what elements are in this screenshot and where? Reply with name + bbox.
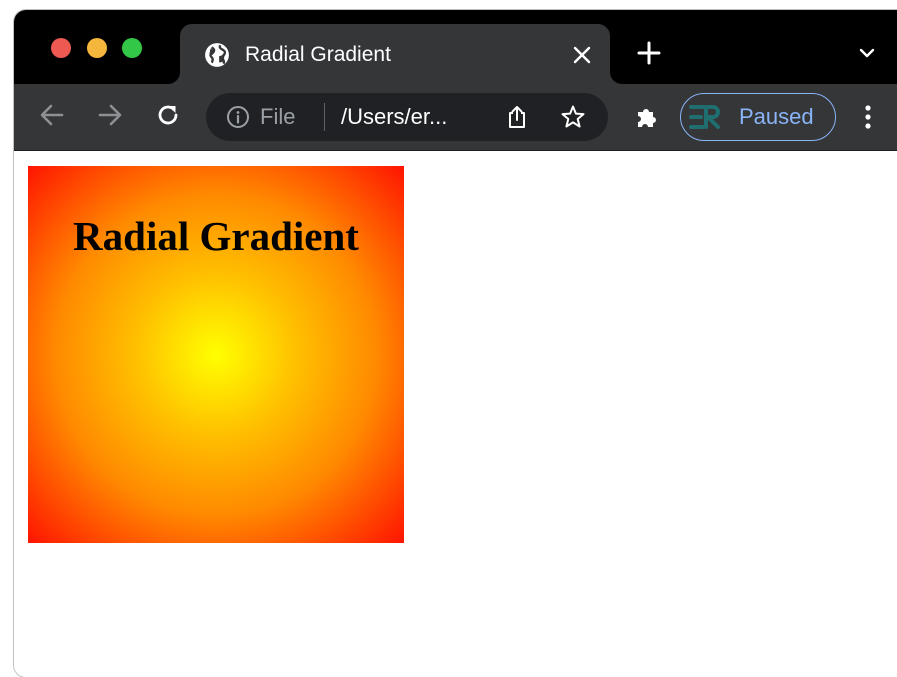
forward-button[interactable] [94, 101, 126, 133]
radial-gradient-box: Radial Gradient [28, 166, 404, 543]
address-bar[interactable]: File /Users/er... [206, 93, 608, 141]
browser-window: Radial Gradient File /Users/er... Paused… [14, 10, 897, 677]
url-text[interactable]: /Users/er... [341, 105, 447, 129]
info-icon[interactable] [226, 105, 250, 129]
profile-button[interactable]: Paused [680, 93, 836, 141]
chevron-down-icon [857, 43, 877, 68]
window-close-button[interactable] [51, 38, 71, 58]
back-arrow-icon [38, 101, 66, 134]
tab-search-button[interactable] [854, 42, 880, 68]
page-content: Radial Gradient [14, 151, 897, 677]
reload-icon [154, 101, 182, 134]
kebab-menu-icon[interactable] [856, 101, 880, 133]
new-tab-button[interactable] [634, 40, 664, 70]
puzzle-piece-icon[interactable] [632, 102, 662, 132]
profile-avatar-icon [689, 102, 721, 132]
close-icon[interactable] [568, 41, 596, 69]
page-heading: Radial Gradient [73, 213, 359, 259]
omnibox-divider [324, 103, 325, 131]
window-zoom-button[interactable] [122, 38, 142, 58]
plus-icon [637, 41, 661, 70]
globe-icon [204, 42, 230, 68]
star-icon[interactable] [560, 104, 586, 130]
profile-status-label: Paused [739, 104, 814, 129]
share-icon[interactable] [504, 104, 530, 130]
tab-title: Radial Gradient [245, 43, 391, 66]
forward-arrow-icon [96, 101, 124, 134]
reload-button[interactable] [152, 101, 184, 133]
tab-strip: Radial Gradient [14, 10, 897, 84]
url-scheme-label: File [260, 104, 296, 129]
tab-radial-gradient[interactable]: Radial Gradient [180, 24, 610, 84]
window-minimize-button[interactable] [87, 38, 107, 58]
back-button[interactable] [36, 101, 68, 133]
toolbar: File /Users/er... Paused [14, 84, 897, 151]
